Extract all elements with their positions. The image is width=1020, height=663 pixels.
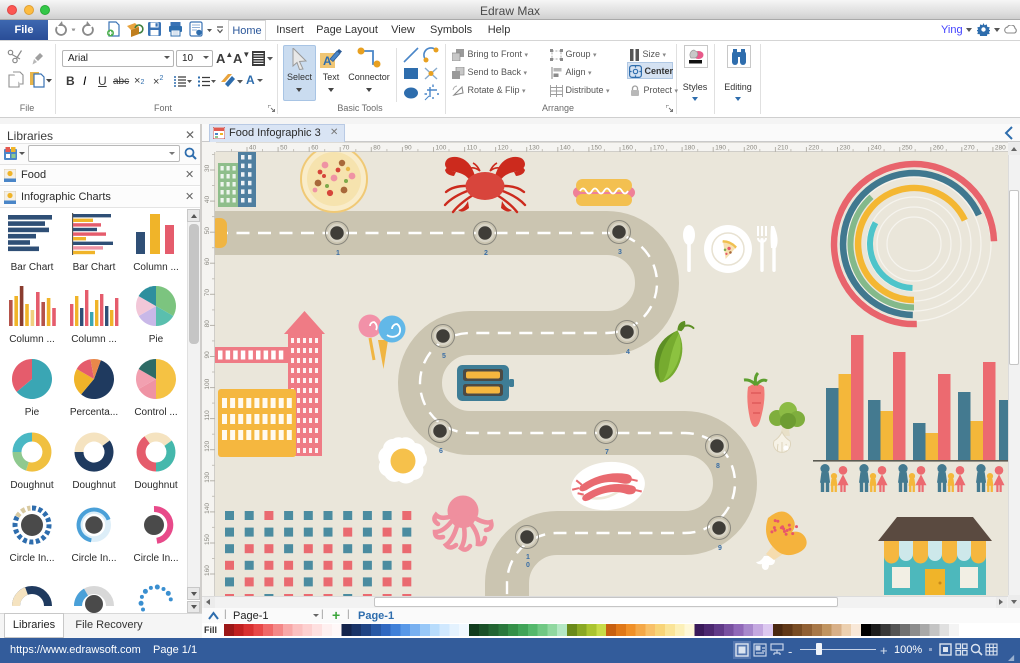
svg-text:0: 0 [526, 562, 530, 569]
svg-text:60: 60 [311, 145, 319, 152]
svg-text:150: 150 [204, 534, 211, 545]
svg-text:170: 170 [653, 145, 664, 152]
svg-text:9: 9 [718, 545, 722, 552]
svg-text:A: A [323, 54, 332, 68]
svg-text:30: 30 [204, 164, 211, 172]
svg-text:110: 110 [467, 145, 478, 152]
svg-text:100: 100 [204, 378, 211, 389]
svg-text:180: 180 [684, 145, 695, 152]
svg-text:210: 210 [777, 145, 788, 152]
svg-text:50: 50 [280, 145, 288, 152]
svg-text:220: 220 [808, 145, 819, 152]
svg-text:230: 230 [840, 145, 851, 152]
svg-text:40: 40 [204, 195, 211, 203]
svg-text:5: 5 [442, 353, 446, 360]
svg-text:7: 7 [605, 449, 609, 456]
svg-text:120: 120 [498, 145, 509, 152]
svg-text:90: 90 [404, 145, 412, 152]
svg-text:110: 110 [204, 410, 211, 421]
svg-text:140: 140 [560, 145, 571, 152]
svg-text:1: 1 [336, 250, 340, 257]
svg-text:130: 130 [204, 472, 211, 483]
svg-text:120: 120 [204, 440, 211, 451]
svg-text:2: 2 [484, 250, 488, 257]
svg-text:1: 1 [526, 554, 530, 561]
svg-text:100: 100 [436, 145, 447, 152]
svg-text:90: 90 [204, 351, 211, 359]
svg-text:50: 50 [204, 227, 211, 235]
svg-text:130: 130 [529, 145, 540, 152]
svg-text:60: 60 [204, 258, 211, 266]
svg-text:280: 280 [995, 145, 1006, 152]
svg-text:8: 8 [716, 463, 720, 470]
svg-text:4: 4 [626, 349, 630, 356]
svg-text:80: 80 [204, 320, 211, 328]
svg-text:160: 160 [622, 145, 633, 152]
svg-text:160: 160 [204, 565, 211, 576]
svg-text:6: 6 [439, 448, 443, 455]
svg-text:150: 150 [591, 145, 602, 152]
svg-text:190: 190 [715, 145, 726, 152]
svg-text:70: 70 [342, 145, 350, 152]
svg-text:200: 200 [746, 145, 757, 152]
svg-text:80: 80 [373, 145, 381, 152]
svg-text:240: 240 [871, 145, 882, 152]
svg-text:70: 70 [204, 289, 211, 297]
svg-text:250: 250 [902, 145, 913, 152]
svg-text:140: 140 [204, 503, 211, 514]
svg-text:40: 40 [249, 145, 257, 152]
svg-text:3: 3 [618, 249, 622, 256]
svg-text:260: 260 [933, 145, 944, 152]
svg-text:270: 270 [964, 145, 975, 152]
